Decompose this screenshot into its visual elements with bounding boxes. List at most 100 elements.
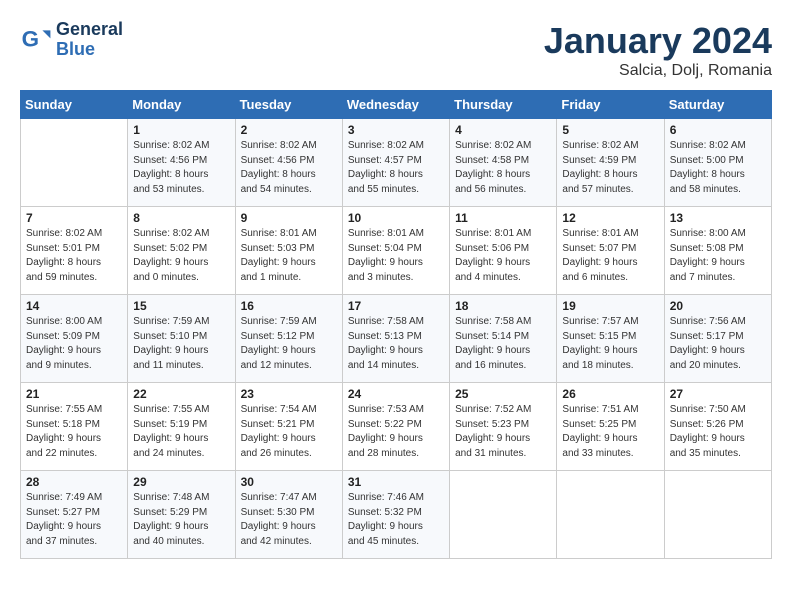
- day-info: Sunrise: 7:51 AMSunset: 5:25 PMDaylight:…: [562, 403, 658, 461]
- calendar-cell: 18 Sunrise: 7:58 AMSunset: 5:14 PMDayligh…: [450, 295, 557, 383]
- calendar-cell: 22 Sunrise: 7:55 AMSunset: 5:19 PMDayligh…: [128, 383, 235, 471]
- calendar-cell: 15Sunrise: 7:59 AMSunset: 5:10 PMDayligh…: [128, 295, 235, 383]
- day-info: Sunrise: 8:02 AMSunset: 4:58 PMDaylight:…: [455, 139, 551, 197]
- logo-line2: Blue: [56, 40, 123, 60]
- calendar-table: Sunday Monday Tuesday Wednesday Thursday…: [20, 90, 772, 559]
- week-row-1: 1 Sunrise: 8:02 AMSunset: 4:56 PMDaylight…: [21, 119, 772, 207]
- calendar-cell: 29 Sunrise: 7:48 AMSunset: 5:29 PMDayligh…: [128, 471, 235, 559]
- week-row-5: 28Sunrise: 7:49 AMSunset: 5:27 PMDayligh…: [21, 471, 772, 559]
- day-info: Sunrise: 8:00 AMSunset: 5:08 PMDaylight:…: [670, 227, 766, 285]
- week-row-3: 14Sunrise: 8:00 AMSunset: 5:09 PMDayligh…: [21, 295, 772, 383]
- day-number: 1: [133, 123, 229, 137]
- day-number: 31: [348, 475, 444, 489]
- calendar-cell: 16 Sunrise: 7:59 AMSunset: 5:12 PMDayligh…: [235, 295, 342, 383]
- calendar-cell: 21 Sunrise: 7:55 AMSunset: 5:18 PMDayligh…: [21, 383, 128, 471]
- calendar-cell: 5 Sunrise: 8:02 AMSunset: 4:59 PMDaylight…: [557, 119, 664, 207]
- header-sunday: Sunday: [21, 91, 128, 119]
- calendar-cell: 4Sunrise: 8:02 AMSunset: 4:58 PMDaylight…: [450, 119, 557, 207]
- day-info: Sunrise: 7:56 AMSunset: 5:17 PMDaylight:…: [670, 315, 766, 373]
- day-info: Sunrise: 8:02 AMSunset: 5:02 PMDaylight:…: [133, 227, 229, 285]
- calendar-body: 1 Sunrise: 8:02 AMSunset: 4:56 PMDaylight…: [21, 119, 772, 559]
- day-info: Sunrise: 8:02 AMSunset: 4:57 PMDaylight:…: [348, 139, 444, 197]
- calendar-cell: 2 Sunrise: 8:02 AMSunset: 4:56 PMDaylight…: [235, 119, 342, 207]
- day-number: 27: [670, 387, 766, 401]
- day-info: Sunrise: 7:58 AMSunset: 5:13 PMDaylight:…: [348, 315, 444, 373]
- calendar-cell: 24Sunrise: 7:53 AMSunset: 5:22 PMDayligh…: [342, 383, 449, 471]
- header-wednesday: Wednesday: [342, 91, 449, 119]
- day-info: Sunrise: 7:55 AMSunset: 5:19 PMDaylight:…: [133, 403, 229, 461]
- day-number: 2: [241, 123, 337, 137]
- day-number: 13: [670, 211, 766, 225]
- header-row: Sunday Monday Tuesday Wednesday Thursday…: [21, 91, 772, 119]
- day-info: Sunrise: 7:59 AMSunset: 5:12 PMDaylight:…: [241, 315, 337, 373]
- calendar-cell: 13 Sunrise: 8:00 AMSunset: 5:08 PMDayligh…: [664, 207, 771, 295]
- calendar-cell: 8 Sunrise: 8:02 AMSunset: 5:02 PMDaylight…: [128, 207, 235, 295]
- header-monday: Monday: [128, 91, 235, 119]
- calendar-cell: 31 Sunrise: 7:46 AMSunset: 5:32 PMDayligh…: [342, 471, 449, 559]
- day-number: 21: [26, 387, 122, 401]
- logo-line1: General: [56, 20, 123, 40]
- day-number: 22: [133, 387, 229, 401]
- week-row-2: 7 Sunrise: 8:02 AMSunset: 5:01 PMDaylight…: [21, 207, 772, 295]
- day-number: 23: [241, 387, 337, 401]
- calendar-cell: 3 Sunrise: 8:02 AMSunset: 4:57 PMDaylight…: [342, 119, 449, 207]
- calendar-cell: 9 Sunrise: 8:01 AMSunset: 5:03 PMDaylight…: [235, 207, 342, 295]
- header-saturday: Saturday: [664, 91, 771, 119]
- calendar-cell: [21, 119, 128, 207]
- calendar-cell: [450, 471, 557, 559]
- header-friday: Friday: [557, 91, 664, 119]
- header-tuesday: Tuesday: [235, 91, 342, 119]
- calendar-cell: 27Sunrise: 7:50 AMSunset: 5:26 PMDayligh…: [664, 383, 771, 471]
- calendar-cell: 25Sunrise: 7:52 AMSunset: 5:23 PMDayligh…: [450, 383, 557, 471]
- day-number: 17: [348, 299, 444, 313]
- day-info: Sunrise: 8:00 AMSunset: 5:09 PMDaylight:…: [26, 315, 122, 373]
- day-info: Sunrise: 8:02 AMSunset: 4:59 PMDaylight:…: [562, 139, 658, 197]
- calendar-cell: [557, 471, 664, 559]
- logo-icon: G: [20, 24, 52, 56]
- calendar-cell: 14Sunrise: 8:00 AMSunset: 5:09 PMDayligh…: [21, 295, 128, 383]
- day-number: 18: [455, 299, 551, 313]
- day-info: Sunrise: 8:02 AMSunset: 5:00 PMDaylight:…: [670, 139, 766, 197]
- day-info: Sunrise: 8:01 AMSunset: 5:07 PMDaylight:…: [562, 227, 658, 285]
- day-number: 26: [562, 387, 658, 401]
- calendar-cell: 6 Sunrise: 8:02 AMSunset: 5:00 PMDaylight…: [664, 119, 771, 207]
- week-row-4: 21 Sunrise: 7:55 AMSunset: 5:18 PMDayligh…: [21, 383, 772, 471]
- svg-text:G: G: [22, 26, 39, 51]
- day-info: Sunrise: 7:57 AMSunset: 5:15 PMDaylight:…: [562, 315, 658, 373]
- day-number: 6: [670, 123, 766, 137]
- day-info: Sunrise: 8:01 AMSunset: 5:03 PMDaylight:…: [241, 227, 337, 285]
- day-info: Sunrise: 8:02 AMSunset: 5:01 PMDaylight:…: [26, 227, 122, 285]
- day-number: 7: [26, 211, 122, 225]
- logo-text: General Blue: [56, 20, 123, 60]
- day-info: Sunrise: 7:46 AMSunset: 5:32 PMDaylight:…: [348, 491, 444, 549]
- header-thursday: Thursday: [450, 91, 557, 119]
- day-number: 20: [670, 299, 766, 313]
- day-info: Sunrise: 7:59 AMSunset: 5:10 PMDaylight:…: [133, 315, 229, 373]
- day-number: 3: [348, 123, 444, 137]
- day-number: 12: [562, 211, 658, 225]
- calendar-cell: 28Sunrise: 7:49 AMSunset: 5:27 PMDayligh…: [21, 471, 128, 559]
- day-number: 30: [241, 475, 337, 489]
- day-number: 25: [455, 387, 551, 401]
- day-number: 16: [241, 299, 337, 313]
- calendar-cell: [664, 471, 771, 559]
- day-number: 19: [562, 299, 658, 313]
- day-info: Sunrise: 8:02 AMSunset: 4:56 PMDaylight:…: [241, 139, 337, 197]
- title-block: January 2024 Salcia, Dolj, Romania: [544, 20, 772, 80]
- calendar-cell: 20 Sunrise: 7:56 AMSunset: 5:17 PMDayligh…: [664, 295, 771, 383]
- calendar-cell: 19 Sunrise: 7:57 AMSunset: 5:15 PMDayligh…: [557, 295, 664, 383]
- day-number: 11: [455, 211, 551, 225]
- day-number: 5: [562, 123, 658, 137]
- day-number: 9: [241, 211, 337, 225]
- day-info: Sunrise: 7:58 AMSunset: 5:14 PMDaylight:…: [455, 315, 551, 373]
- day-number: 8: [133, 211, 229, 225]
- day-info: Sunrise: 7:55 AMSunset: 5:18 PMDaylight:…: [26, 403, 122, 461]
- day-info: Sunrise: 7:48 AMSunset: 5:29 PMDaylight:…: [133, 491, 229, 549]
- calendar-cell: 12 Sunrise: 8:01 AMSunset: 5:07 PMDayligh…: [557, 207, 664, 295]
- calendar-cell: 7 Sunrise: 8:02 AMSunset: 5:01 PMDaylight…: [21, 207, 128, 295]
- location: Salcia, Dolj, Romania: [544, 62, 772, 80]
- day-number: 29: [133, 475, 229, 489]
- calendar-cell: 17 Sunrise: 7:58 AMSunset: 5:13 PMDayligh…: [342, 295, 449, 383]
- day-number: 28: [26, 475, 122, 489]
- calendar-cell: 10Sunrise: 8:01 AMSunset: 5:04 PMDayligh…: [342, 207, 449, 295]
